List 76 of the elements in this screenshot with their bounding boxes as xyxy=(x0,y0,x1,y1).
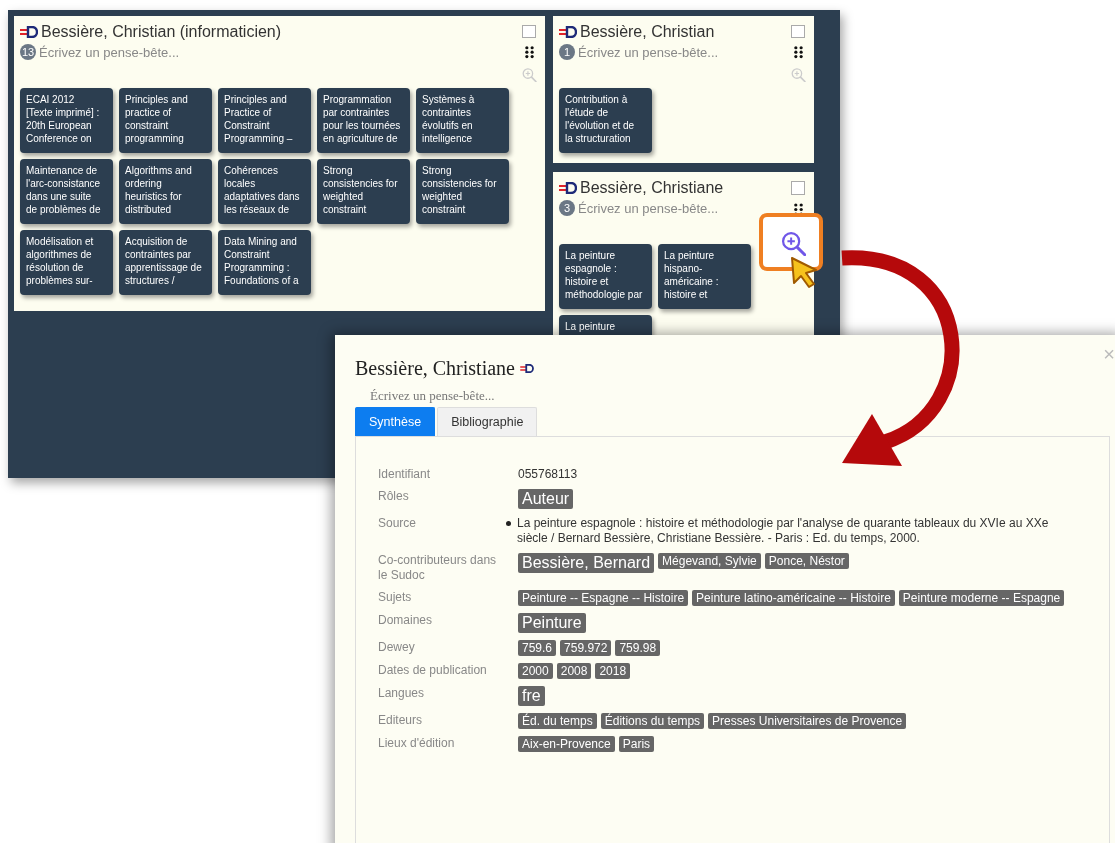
field-label: Identifiant xyxy=(378,467,432,482)
source-text: La peinture espagnole : histoire et méthodologie par l'analyse de quarante tableaux du XVIe au XXe siècle / Bernard Bessière, Christiane Bessière. - Paris : Ed. du temps, 2000. xyxy=(517,516,1050,546)
field-label: Rôles xyxy=(378,489,410,505)
dialog-title: Bessière, Christiane xyxy=(355,357,515,380)
record-tile[interactable]: Acquisition de contraintes par apprentissage de structures / xyxy=(119,230,212,295)
bullet-icon xyxy=(506,521,511,526)
record-tile[interactable]: Algorithms and ordering heuristics for distributed xyxy=(119,159,212,224)
tag-link[interactable]: Auteur xyxy=(518,489,574,509)
field-label: Langues xyxy=(378,686,426,702)
tag-link[interactable]: Mégevand, Sylvie xyxy=(658,553,761,569)
zoom-in-icon[interactable] xyxy=(780,230,806,256)
tag-link[interactable]: 2018 xyxy=(595,663,631,679)
field-label: Editeurs xyxy=(378,713,424,729)
logo-icon xyxy=(559,182,577,194)
record-tile[interactable]: Strong consistencies for weighted constraint xyxy=(416,159,509,224)
tag-link[interactable]: 2008 xyxy=(556,663,592,679)
tag-link[interactable]: Peinture latino-américaine -- Histoire xyxy=(692,590,895,606)
tag-link[interactable]: 759.98 xyxy=(615,640,661,656)
count-badge: 3 xyxy=(559,200,575,216)
record-tile[interactable]: La peinture espagnole : histoire et méthodologie par xyxy=(559,244,652,309)
drag-handle-icon[interactable] xyxy=(524,46,534,59)
tag-link[interactable]: 2000 xyxy=(518,663,553,679)
tag-link[interactable]: Presses Universitaires de Provence xyxy=(708,713,907,729)
tag-link[interactable]: Peinture xyxy=(518,613,586,633)
record-tile[interactable]: Systèmes à contraintes évolutifs en intelligence xyxy=(416,88,509,153)
drag-handle-icon[interactable] xyxy=(793,203,803,216)
tag-link[interactable]: Paris xyxy=(618,736,655,752)
field-label: Lieux d'édition xyxy=(378,736,456,752)
tag-link[interactable]: fre xyxy=(518,686,545,706)
record-tile[interactable]: Data Mining and Constraint Programming : Foundations of a xyxy=(218,230,311,295)
author-name[interactable]: Bessière, Christian (informaticien) xyxy=(41,23,282,41)
record-tile[interactable]: La peinture hispano- américaine : histoire et xyxy=(658,244,751,309)
note-field[interactable]: Écrivez un pense-bête... xyxy=(578,200,738,216)
tag-link[interactable]: 759.972 xyxy=(560,640,612,656)
tag-link[interactable]: Bessière, Bernard xyxy=(518,553,655,573)
record-tile[interactable]: Programmation par contraintes pour les tournées en agriculture de xyxy=(317,88,410,153)
note-field[interactable]: Écrivez un pense-bête... xyxy=(578,44,738,60)
highlight-frame xyxy=(759,213,823,271)
checkbox[interactable] xyxy=(791,25,805,39)
tab[interactable]: Bibliographie xyxy=(437,407,538,436)
tag-link[interactable]: Peinture moderne -- Espagne xyxy=(898,590,1065,606)
note-field[interactable]: Écrivez un pense-bête... xyxy=(370,388,570,404)
author-name[interactable]: Bessière, Christiane xyxy=(580,179,724,197)
count-badge: 13 xyxy=(20,44,36,60)
record-tile[interactable]: Strong consistencies for weighted constraint xyxy=(317,159,410,224)
tag-link[interactable]: Ponce, Néstor xyxy=(764,553,849,569)
record-tile[interactable]: Cohérences locales adaptatives dans les réseaux de xyxy=(218,159,311,224)
field-label: Dewey xyxy=(378,640,416,656)
field-label: Source xyxy=(378,516,418,532)
note-field[interactable]: Écrivez un pense-bête... xyxy=(39,44,199,60)
record-tile[interactable]: Principles and Practice of Constraint Programming – xyxy=(218,88,311,153)
tab[interactable]: Synthèse xyxy=(355,407,436,436)
field-label: Dates de publication xyxy=(378,663,488,679)
author-name[interactable]: Bessière, Christian xyxy=(580,23,715,41)
count-badge: 1 xyxy=(559,44,575,60)
field-label: Domaines xyxy=(378,613,434,629)
checkbox[interactable] xyxy=(522,25,536,39)
logo-icon xyxy=(519,364,534,373)
record-tile[interactable]: Contribution à l'étude de l'évolution et de la structuration xyxy=(559,88,652,153)
record-tile[interactable]: Maintenance de l'arc-consistance dans une suite de problèmes de xyxy=(20,159,113,224)
logo-icon xyxy=(20,26,38,38)
drag-handle-icon[interactable] xyxy=(793,46,803,59)
pointer-cursor-icon xyxy=(790,256,818,289)
field-label: Sujets xyxy=(378,590,413,606)
record-tile[interactable]: Principles and practice of constraint programming xyxy=(119,88,212,153)
checkbox[interactable] xyxy=(791,181,805,195)
tag-link[interactable]: Éd. du temps xyxy=(518,713,597,729)
tag-link[interactable]: Peinture -- Espagne -- Histoire xyxy=(518,590,689,606)
field-value: 055768113 xyxy=(518,467,578,481)
field-label: Co-contributeurs dans le Sudoc xyxy=(378,553,498,583)
tag-link[interactable]: Éditions du temps xyxy=(600,713,705,729)
record-tile[interactable]: Modélisation et algorithmes de résolution de problèmes sur- xyxy=(20,230,113,295)
tag-link[interactable]: Aix-en-Provence xyxy=(518,736,615,752)
record-tile[interactable]: ECAI 2012 [Texte imprimé] : 20th European Conference on xyxy=(20,88,113,153)
logo-icon xyxy=(559,26,577,38)
tag-link[interactable]: 759.6 xyxy=(518,640,557,656)
